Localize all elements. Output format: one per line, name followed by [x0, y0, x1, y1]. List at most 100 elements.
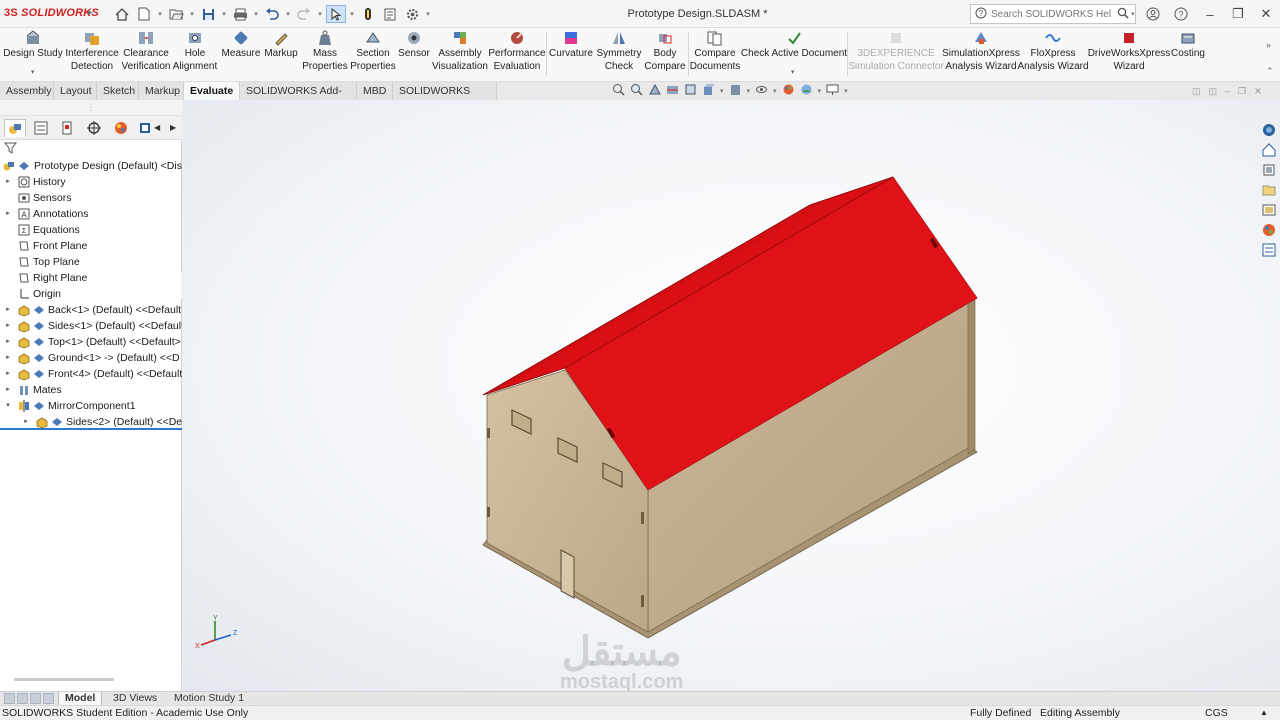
clearance-verification-button[interactable]: Clearance Verification	[120, 30, 172, 78]
tree-horizontal-scrollbar[interactable]	[14, 678, 114, 681]
hide-show-dropdown-icon[interactable]: ▾	[773, 87, 777, 95]
tree-item[interactable]: ▸ Ground<1> -> (Default) <<D	[0, 350, 182, 366]
hide-show-items-icon[interactable]	[755, 83, 768, 99]
undo-icon[interactable]	[262, 5, 282, 23]
display-style-icon[interactable]	[729, 83, 742, 99]
apply-scene-icon[interactable]	[800, 83, 813, 99]
first-tab-nav-icon[interactable]	[4, 693, 15, 704]
save-icon[interactable]	[198, 5, 218, 23]
tree-item[interactable]: Origin	[0, 286, 182, 302]
previous-view-icon[interactable]	[648, 83, 661, 99]
viewport-restore-icon[interactable]: ◫	[1209, 86, 1218, 97]
ribbon-collapse-icon[interactable]: ⌃	[1266, 66, 1274, 77]
select-cursor-icon[interactable]	[326, 5, 346, 23]
door[interactable]	[560, 549, 575, 599]
house-model[interactable]	[183, 100, 1280, 691]
section-properties-button[interactable]: Section Properties	[350, 30, 396, 78]
collapse-arrow-icon[interactable]: ▾	[4, 398, 12, 414]
unit-system-selector[interactable]: CGS	[1205, 706, 1228, 720]
tab-markup[interactable]: Markup	[139, 82, 184, 100]
select-dropdown-icon[interactable]: ▾	[348, 5, 356, 23]
search-icon[interactable]	[1117, 7, 1129, 22]
view-palette-icon[interactable]	[1259, 201, 1279, 219]
curvature-button[interactable]: Curvature	[549, 30, 593, 78]
tab-evaluate[interactable]: Evaluate	[184, 82, 240, 100]
home-icon[interactable]	[112, 5, 132, 23]
tree-item[interactable]: ▸ Top<1> (Default) <<Default>	[0, 334, 182, 350]
new-document-icon[interactable]	[134, 5, 154, 23]
tree-root[interactable]: Prototype Design (Default) <Disp	[0, 158, 182, 174]
floxpress-button[interactable]: FloXpress Analysis Wizard	[1017, 30, 1089, 78]
graphics-area[interactable]: Y Z X	[183, 100, 1280, 691]
redo-icon[interactable]	[294, 5, 314, 23]
displaymanager-tab-icon[interactable]	[110, 119, 132, 137]
markup-button[interactable]: Markup	[262, 30, 300, 78]
viewport-maximize-icon[interactable]: ❐	[1238, 86, 1246, 97]
dimxpertmanager-tab-icon[interactable]	[83, 119, 105, 137]
tree-item[interactable]: ▸ A Annotations	[0, 206, 182, 222]
expand-arrow-icon[interactable]: ▸	[4, 350, 12, 366]
mass-properties-button[interactable]: Mass Properties	[302, 30, 348, 78]
options-dropdown-icon[interactable]: ▾	[424, 5, 432, 23]
design-study-dropdown-icon[interactable]: ▾	[31, 68, 35, 76]
tree-item[interactable]: ▸ History	[0, 174, 182, 190]
edit-appearance-icon[interactable]	[782, 83, 795, 99]
tab-model[interactable]: Model	[58, 692, 103, 706]
tabs-scroll-right-icon[interactable]: ▶	[170, 123, 176, 132]
design-library-icon[interactable]	[1259, 161, 1279, 179]
tree-item[interactable]: Front Plane	[0, 238, 182, 254]
expand-arrow-icon[interactable]: ▸	[4, 302, 12, 318]
tabs-scroll-left-icon[interactable]: ◀	[154, 123, 160, 132]
expand-arrow-icon[interactable]: ▸	[4, 334, 12, 350]
tree-item[interactable]: ▸ Sides<1> (Default) <<Default	[0, 318, 182, 334]
tab-layout[interactable]: Layout	[54, 82, 97, 100]
tab-assembly[interactable]: Assembly	[0, 82, 54, 100]
3dexperience-home-icon[interactable]	[1259, 141, 1279, 159]
file-explorer-icon[interactable]	[1259, 181, 1279, 199]
rebuild-icon[interactable]	[358, 5, 378, 23]
ribbon-expand-icon[interactable]: »	[1266, 40, 1271, 50]
solidworks-resources-icon[interactable]	[1259, 121, 1279, 139]
new-dropdown-icon[interactable]: ▾	[156, 5, 164, 23]
file-properties-icon[interactable]	[380, 5, 400, 23]
options-gear-icon[interactable]	[402, 5, 422, 23]
apply-scene-dropdown-icon[interactable]: ▾	[818, 87, 822, 95]
tree-item[interactable]: Sensors	[0, 190, 182, 206]
view-orientation-icon[interactable]	[702, 83, 715, 99]
expand-arrow-icon[interactable]: ▸	[4, 174, 12, 190]
display-style-dropdown-icon[interactable]: ▾	[747, 87, 751, 95]
hole-alignment-button[interactable]: Hole Alignment	[172, 30, 218, 78]
check-active-dropdown-icon[interactable]: ▾	[791, 68, 795, 76]
tree-item[interactable]: ▸ Back<1> (Default) <<Default	[0, 302, 182, 318]
appearances-scenes-icon[interactable]	[1259, 221, 1279, 239]
help-search-input[interactable]	[991, 8, 1111, 20]
last-tab-nav-icon[interactable]	[43, 693, 54, 704]
featuremanager-tab-icon[interactable]	[4, 119, 26, 137]
unit-system-dropdown-icon[interactable]: ▲	[1260, 706, 1268, 720]
viewport-minimize-icon[interactable]: –	[1225, 86, 1230, 97]
help-search-box[interactable]: ? ▾	[970, 4, 1136, 24]
tree-item[interactable]: ▾ MirrorComponent1	[0, 398, 182, 414]
user-profile-icon[interactable]	[1146, 7, 1160, 24]
viewport-close-icon[interactable]: ✕	[1254, 86, 1262, 97]
expand-arrow-icon[interactable]: ▸	[4, 382, 12, 398]
next-tab-nav-icon[interactable]	[30, 693, 41, 704]
print-dropdown-icon[interactable]: ▾	[252, 5, 260, 23]
tab-sketch[interactable]: Sketch	[97, 82, 139, 100]
zoom-to-fit-icon[interactable]	[612, 83, 625, 99]
measure-button[interactable]: Measure	[220, 30, 262, 78]
cam-manager-tab-icon[interactable]	[134, 119, 156, 137]
expand-arrow-icon[interactable]: ▸	[4, 206, 12, 222]
dynamic-annotation-icon[interactable]	[684, 83, 697, 99]
panel-resize-grip[interactable]: ⋮	[0, 100, 182, 116]
view-orientation-dropdown-icon[interactable]: ▾	[720, 87, 724, 95]
propertymanager-tab-icon[interactable]	[30, 119, 52, 137]
close-icon[interactable]: ✕	[1252, 0, 1280, 28]
section-view-icon[interactable]	[666, 83, 679, 99]
undo-dropdown-icon[interactable]: ▾	[284, 5, 292, 23]
minimize-icon[interactable]: –	[1196, 0, 1224, 28]
tree-item[interactable]: ▸ Mates	[0, 382, 182, 398]
tree-item[interactable]: Top Plane	[0, 254, 182, 270]
compare-documents-button[interactable]: Compare Documents	[690, 30, 740, 78]
open-dropdown-icon[interactable]: ▾	[188, 5, 196, 23]
